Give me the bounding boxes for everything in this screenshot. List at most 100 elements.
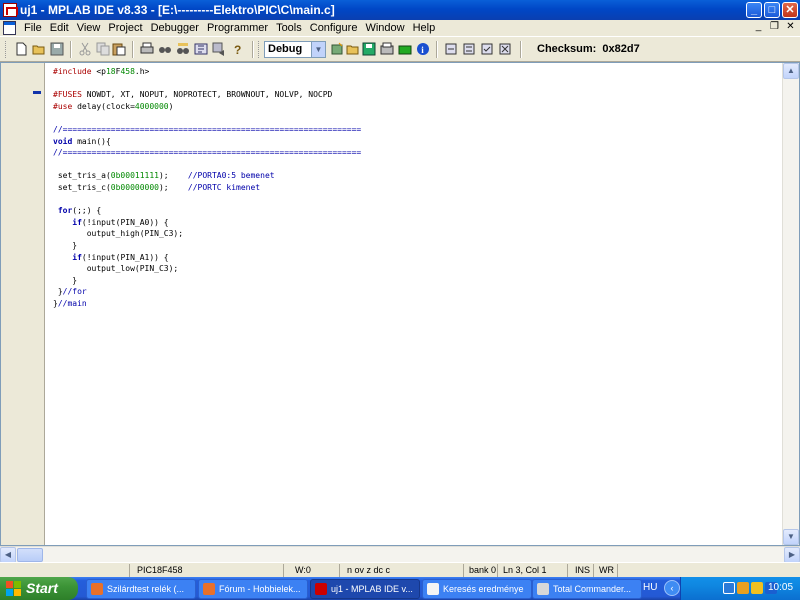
menu-window[interactable]: Window bbox=[361, 22, 408, 34]
doc-minimize-button[interactable]: _ bbox=[752, 21, 765, 34]
build-icon[interactable] bbox=[380, 42, 394, 56]
find-next-icon[interactable] bbox=[212, 42, 226, 56]
code-editor[interactable]: #include <p18F458.h> #FUSES NOWDT, XT, N… bbox=[0, 62, 800, 546]
save-icon[interactable] bbox=[50, 42, 64, 56]
code-line[interactable]: //======================================… bbox=[53, 147, 361, 159]
taskbar-item-total-commander[interactable]: Total Commander... bbox=[532, 579, 642, 599]
menu-project[interactable]: Project bbox=[104, 22, 146, 34]
code-line[interactable]: void main(){ bbox=[53, 136, 361, 148]
find-in-files-icon[interactable] bbox=[176, 42, 190, 56]
new-project-icon[interactable] bbox=[330, 42, 344, 56]
minimize-button[interactable]: _ bbox=[746, 2, 762, 18]
search-results-icon bbox=[427, 583, 439, 595]
code-line[interactable]: set_tris_a(0b00011111); //PORTA0:5 bemen… bbox=[53, 170, 361, 182]
scroll-down-icon[interactable]: ▼ bbox=[783, 529, 799, 545]
taskbar-item-search[interactable]: Keresés eredménye bbox=[422, 579, 532, 599]
code-line[interactable] bbox=[53, 159, 361, 171]
source-code[interactable]: #include <p18F458.h> #FUSES NOWDT, XT, N… bbox=[53, 66, 361, 309]
help-icon[interactable]: ? bbox=[230, 42, 244, 56]
clock[interactable]: 10:05 bbox=[768, 582, 793, 593]
menu-file[interactable]: File bbox=[20, 22, 46, 34]
code-line[interactable]: } bbox=[53, 240, 361, 252]
mplab-app-icon[interactable] bbox=[3, 3, 18, 17]
menu-bar: File Edit View Project Debugger Programm… bbox=[0, 20, 800, 36]
document-icon[interactable] bbox=[3, 21, 16, 35]
paste-icon[interactable] bbox=[112, 42, 126, 56]
build-configuration-value: Debug bbox=[268, 43, 303, 55]
menu-tools[interactable]: Tools bbox=[272, 22, 306, 34]
program-device-icon[interactable] bbox=[444, 42, 458, 56]
toolbar-grip[interactable] bbox=[258, 41, 261, 58]
code-line[interactable]: output_low(PIN_C3); bbox=[53, 263, 361, 275]
code-line[interactable] bbox=[53, 78, 361, 90]
start-button[interactable]: Start bbox=[0, 577, 78, 600]
menu-help[interactable]: Help bbox=[409, 22, 440, 34]
cut-icon[interactable] bbox=[78, 42, 92, 56]
code-line[interactable]: if(!input(PIN_A1)) { bbox=[53, 252, 361, 264]
code-line[interactable]: for(;;) { bbox=[53, 205, 361, 217]
scroll-right-icon[interactable]: ▶ bbox=[784, 547, 800, 563]
erase-device-icon[interactable] bbox=[498, 42, 512, 56]
code-line[interactable]: }//for bbox=[53, 286, 361, 298]
vertical-scrollbar[interactable]: ▲ ▼ bbox=[782, 63, 799, 545]
status-flags: n ov z dc c bbox=[344, 564, 464, 577]
checksum-display: Checksum: 0x82d7 bbox=[537, 43, 640, 55]
toolbar-grip[interactable] bbox=[5, 41, 8, 58]
build-configuration-select[interactable]: Debug ▼ bbox=[264, 41, 326, 58]
status-bank: bank 0 bbox=[466, 564, 498, 577]
copy-icon[interactable] bbox=[96, 42, 110, 56]
code-line[interactable]: //======================================… bbox=[53, 124, 361, 136]
total-commander-icon bbox=[537, 583, 549, 595]
code-line[interactable] bbox=[53, 194, 361, 206]
tray-app-icon[interactable] bbox=[737, 582, 749, 594]
menu-programmer[interactable]: Programmer bbox=[203, 22, 272, 34]
taskbar: Start Szilárdtest relék (... Fórum - Hob… bbox=[0, 577, 800, 600]
scrollbar-thumb[interactable] bbox=[17, 548, 43, 562]
verify-device-icon[interactable] bbox=[480, 42, 494, 56]
tray-app-icon[interactable] bbox=[723, 582, 735, 594]
chevron-down-icon[interactable]: ▼ bbox=[311, 42, 325, 57]
bookmark-icon[interactable] bbox=[194, 42, 208, 56]
code-line[interactable]: } bbox=[53, 275, 361, 287]
doc-restore-button[interactable]: ❐ bbox=[768, 21, 781, 34]
print-icon[interactable] bbox=[140, 42, 154, 56]
code-line[interactable]: }//main bbox=[53, 298, 361, 310]
doc-close-button[interactable]: ✕ bbox=[784, 21, 797, 34]
checksum-label: Checksum: bbox=[537, 43, 597, 55]
code-line[interactable]: output_high(PIN_C3); bbox=[53, 228, 361, 240]
tray-app-icon[interactable] bbox=[751, 582, 763, 594]
status-bar: PIC18F458 W:0 n ov z dc c bank 0 Ln 3, C… bbox=[0, 562, 800, 577]
read-device-icon[interactable] bbox=[462, 42, 476, 56]
open-project-icon[interactable] bbox=[346, 42, 360, 56]
code-line[interactable]: #use delay(clock=4000000) bbox=[53, 101, 361, 113]
maximize-button[interactable]: □ bbox=[764, 2, 780, 18]
find-icon[interactable] bbox=[158, 42, 172, 56]
show-hidden-icons-icon[interactable]: ‹ bbox=[664, 580, 680, 596]
scroll-up-icon[interactable]: ▲ bbox=[783, 63, 799, 79]
taskbar-item-firefox-2[interactable]: Fórum - Hobbielek... bbox=[198, 579, 308, 599]
close-button[interactable]: ✕ bbox=[782, 2, 798, 18]
open-file-icon[interactable] bbox=[32, 42, 46, 56]
code-line[interactable] bbox=[53, 112, 361, 124]
code-line[interactable]: set_tris_c(0b00000000); //PORTC kimenet bbox=[53, 182, 361, 194]
menu-debugger[interactable]: Debugger bbox=[147, 22, 203, 34]
menu-view[interactable]: View bbox=[73, 22, 105, 34]
menu-configure[interactable]: Configure bbox=[306, 22, 362, 34]
title-bar[interactable]: uj1 - MPLAB IDE v8.33 - [E:\---------Ele… bbox=[0, 0, 800, 20]
new-file-icon[interactable] bbox=[14, 42, 28, 56]
language-indicator[interactable]: HU bbox=[643, 582, 657, 593]
svg-text:?: ? bbox=[234, 43, 241, 56]
make-icon[interactable] bbox=[398, 42, 412, 56]
code-line[interactable]: #include <p18F458.h> bbox=[53, 66, 361, 78]
code-line[interactable]: #FUSES NOWDT, XT, NOPUT, NOPROTECT, BROW… bbox=[53, 89, 361, 101]
menu-edit[interactable]: Edit bbox=[46, 22, 73, 34]
code-line[interactable]: if(!input(PIN_A0)) { bbox=[53, 217, 361, 229]
taskbar-item-mplab[interactable]: uj1 - MPLAB IDE v... bbox=[310, 579, 420, 599]
save-project-icon[interactable] bbox=[362, 42, 376, 56]
scroll-left-icon[interactable]: ◀ bbox=[0, 547, 16, 563]
status-cursor-position: Ln 3, Col 1 bbox=[500, 564, 568, 577]
taskbar-item-firefox-1[interactable]: Szilárdtest relék (... bbox=[86, 579, 196, 599]
info-icon[interactable]: i bbox=[416, 42, 430, 56]
editor-gutter[interactable] bbox=[1, 63, 45, 545]
horizontal-scrollbar[interactable]: ◀ ▶ bbox=[0, 546, 800, 563]
